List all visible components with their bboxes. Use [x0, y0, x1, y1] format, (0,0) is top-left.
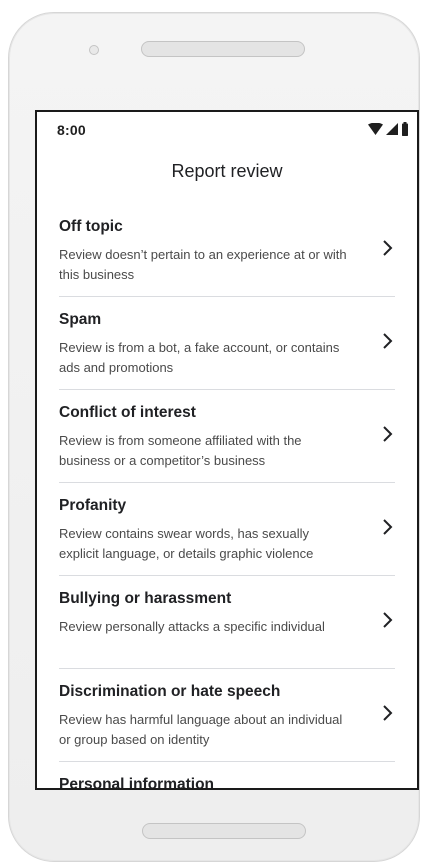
option-description: Review has harmful language about an ind…	[59, 712, 343, 747]
option-title: Profanity	[59, 497, 127, 514]
option-title: Bullying or harassment	[59, 590, 232, 607]
chevron-right-icon	[381, 425, 395, 443]
option-description: Review contains swear words, has sexuall…	[59, 526, 314, 561]
page-title: Report review	[171, 161, 283, 181]
chevron-right-icon	[381, 611, 395, 629]
front-camera	[89, 45, 99, 55]
chevron-right-icon	[381, 239, 395, 257]
option-title: Off topic	[59, 218, 123, 235]
phone-screen: 8:00 Report review Off topic Review does…	[35, 110, 419, 790]
chevron-right-icon	[381, 332, 395, 350]
phone-frame: 8:00 Report review Off topic Review does…	[8, 12, 420, 862]
report-option-spam[interactable]: Spam Review is from a bot, a fake accoun…	[59, 297, 395, 390]
option-title: Discrimination or hate speech	[59, 683, 281, 700]
report-option-conflict-of-interest[interactable]: Conflict of interest Review is from some…	[59, 390, 395, 483]
report-option-off-topic[interactable]: Off topic Review doesn’t pertain to an e…	[59, 204, 395, 297]
status-icons	[368, 122, 409, 136]
report-option-discrimination-or-hate-speech[interactable]: Discrimination or hate speech Review has…	[59, 669, 395, 762]
chevron-right-icon	[381, 518, 395, 536]
status-bar: 8:00	[37, 112, 417, 152]
wifi-icon	[368, 123, 383, 135]
option-description: Review is from someone affiliated with t…	[59, 433, 302, 468]
report-reason-list: Off topic Review doesn’t pertain to an e…	[59, 204, 395, 790]
battery-icon	[401, 122, 409, 136]
home-button[interactable]	[142, 823, 306, 839]
option-title: Personal information	[59, 776, 215, 790]
option-description: Review doesn’t pertain to an experience …	[59, 247, 347, 282]
chevron-right-icon	[381, 704, 395, 722]
report-option-bullying-or-harassment[interactable]: Bullying or harassment Review personally…	[59, 576, 395, 669]
report-option-personal-information[interactable]: Personal information	[59, 762, 395, 790]
status-time: 8:00	[57, 122, 86, 138]
cellular-signal-icon	[386, 123, 398, 135]
option-description: Review personally attacks a specific ind…	[59, 619, 325, 634]
option-title: Conflict of interest	[59, 404, 196, 421]
report-option-profanity[interactable]: Profanity Review contains swear words, h…	[59, 483, 395, 576]
option-title: Spam	[59, 311, 102, 328]
option-description: Review is from a bot, a fake account, or…	[59, 340, 340, 375]
earpiece-speaker	[141, 41, 305, 57]
